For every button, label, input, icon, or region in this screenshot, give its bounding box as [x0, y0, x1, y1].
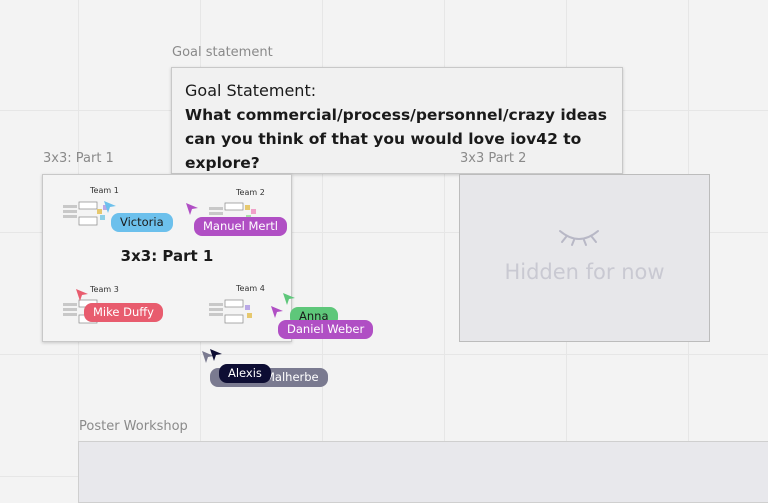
team-4-label: Team 4	[236, 284, 265, 293]
collaborator-tag-victoria: Victoria	[111, 213, 173, 232]
anna-cursor-icon	[283, 293, 295, 305]
part1-frame[interactable]: Team 1 Team 2 Team 3 Team 4 3x3: Part 1	[42, 174, 292, 342]
part1-title: 3x3: Part 1	[120, 247, 214, 265]
part2-frame-label[interactable]: 3x3 Part 2	[460, 151, 526, 166]
team-1-label: Team 1	[90, 186, 119, 195]
goal-frame-label[interactable]: Goal statement	[172, 45, 273, 60]
daniel-cursor-icon	[271, 306, 283, 318]
team-4-board-thumbnail[interactable]	[209, 295, 259, 327]
goal-question: What commercial/process/personnel/crazy …	[185, 106, 607, 172]
team-2-label: Team 2	[236, 188, 265, 197]
hidden-placeholder-text: Hidden for now	[504, 260, 665, 284]
goal-statement-frame[interactable]: Goal Statement: What commercial/process/…	[171, 67, 623, 174]
team-3-label: Team 3	[90, 285, 119, 294]
part1-frame-label[interactable]: 3x3: Part 1	[43, 151, 114, 166]
part2-hidden-frame[interactable]: Hidden for now	[459, 174, 710, 342]
poster-workshop-frame[interactable]	[78, 441, 768, 503]
collaborator-tag-manuel-mertl: Manuel Mertl	[194, 217, 287, 236]
collaborator-tag-mike-duffy: Mike Duffy	[84, 303, 163, 322]
alexis-cursor-icon	[210, 349, 222, 361]
closed-eye-icon	[559, 230, 599, 246]
collaborator-tag-daniel-weber: Daniel Weber	[278, 320, 374, 339]
manuel-cursor-icon	[186, 203, 198, 215]
collaborator-tag-alexis: Alexis	[219, 364, 271, 383]
mike-cursor-icon	[76, 289, 88, 301]
victoria-cursor-icon	[104, 201, 116, 213]
poster-frame-label[interactable]: Poster Workshop	[79, 419, 188, 434]
goal-heading: Goal Statement:	[185, 81, 317, 100]
